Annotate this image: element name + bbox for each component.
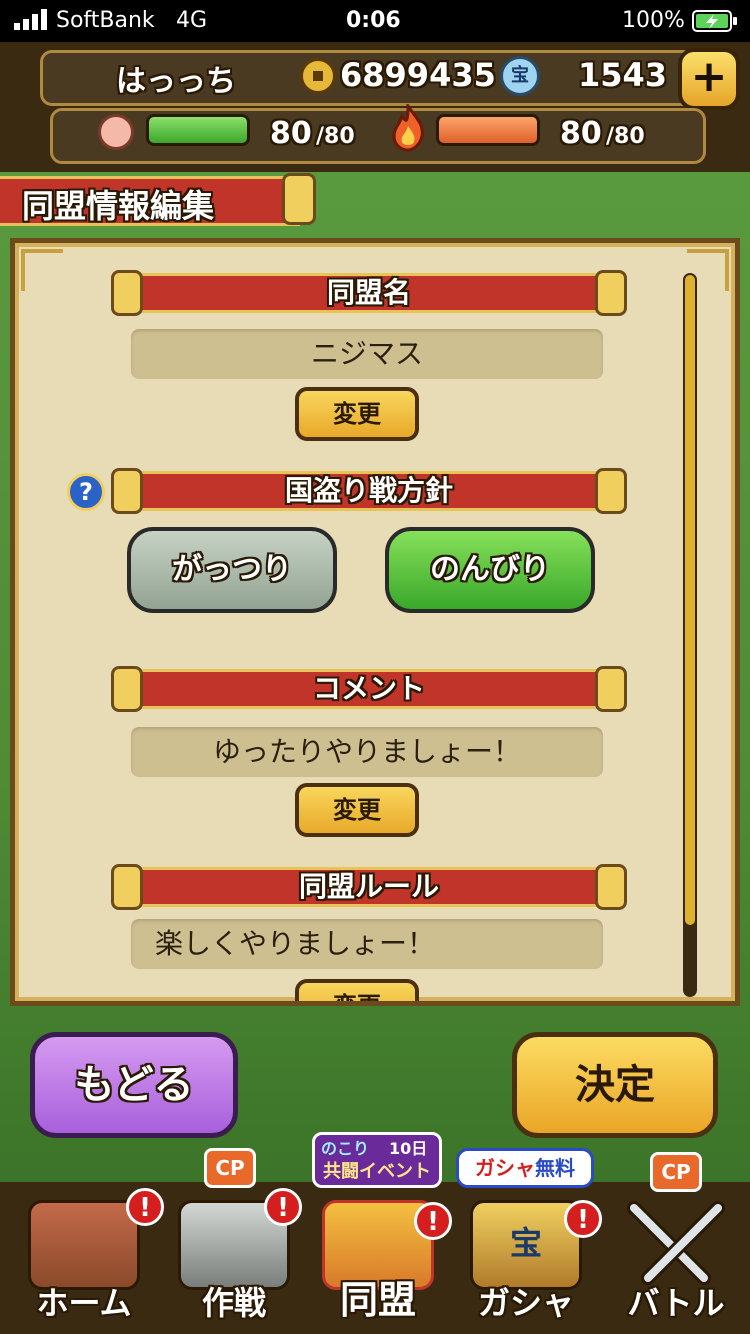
knot-right-icon [595,864,627,910]
tab-strategy[interactable]: CP ! 作戦 [164,1148,304,1328]
event-remaining: のこり [321,1139,370,1158]
comment-heading-text: コメント [312,672,425,705]
castle-icon [28,1200,140,1290]
stamina-gauge [146,114,250,146]
free-text: 無料 [535,1156,575,1180]
player-header: はっっち 6899435 宝 1543 + 80 /80 80 /80 [0,42,750,172]
change-comment-button[interactable]: 変更 [295,783,419,837]
alliance-name-field: ニジマス [131,329,603,379]
network-label: 4G [176,8,208,33]
scrollbar-track[interactable] [683,273,697,997]
tab-gacha-label: ガシャ [477,1284,574,1322]
energy-value: 80 [560,116,602,151]
coin-count: 6899435 [340,56,496,94]
tab-battle[interactable]: CP バトル [606,1152,746,1328]
comment-heading: コメント [111,666,627,712]
knot-left-icon [111,666,143,712]
crossed-swords-icon [620,1200,732,1290]
knot-right-icon [595,468,627,514]
rules-heading-text: 同盟ルール [298,870,439,903]
change-rules-button[interactable]: 変更 [295,979,419,1001]
comment-field: ゆったりやりましょー！ [131,727,603,777]
battery-icon [692,10,738,38]
player-name: はっっち [116,64,236,99]
rules-field: 楽しくやりましょー！ [131,919,603,969]
alert-badge: ! [126,1188,164,1226]
page-title-ribbon: 同盟情報編集 [0,173,316,226]
alert-badge: ! [414,1202,452,1240]
policy-option-relaxed[interactable]: のんびり [385,527,595,613]
help-icon[interactable]: ? [67,473,105,511]
back-button[interactable]: もどる [30,1032,238,1138]
confirm-button[interactable]: 決定 [512,1032,718,1138]
tab-home[interactable]: ! ホーム [14,1188,164,1328]
scrollbar-thumb[interactable] [685,275,695,925]
tab-battle-label: バトル [627,1284,725,1322]
stamina-gauge-fill [149,117,247,143]
free-gacha-banner: ガシャ無料 [456,1148,594,1188]
gem-count[interactable]: 1543 [578,56,667,94]
tab-gacha[interactable]: 宝 ガシャ無料 ! ガシャ [456,1148,602,1328]
knot-left-icon [111,468,143,514]
energy-gauge-fill [439,117,537,143]
page-title: 同盟情報編集 [22,187,215,225]
cp-badge: CP [204,1148,256,1188]
cp-badge: CP [650,1152,702,1192]
stamina-max: /80 [316,124,355,149]
energy-max: /80 [606,124,645,149]
knot-left-icon [111,270,143,316]
knot-right-icon [595,666,627,712]
energy-gauge [436,114,540,146]
event-days: 10日 [389,1139,428,1158]
treasure-icon: 宝 [500,56,540,96]
rules-heading: 同盟ルール [111,864,627,910]
coin-icon [300,58,336,94]
alliance-name-heading: 同盟名 [111,270,627,316]
alert-badge: ! [264,1188,302,1226]
stamina-value: 80 [270,116,312,151]
tab-alliance-label: 同盟 [339,1278,416,1322]
tab-strategy-label: 作戦 [201,1284,266,1322]
tab-home-label: ホーム [36,1284,132,1322]
change-alliance-name-button[interactable]: 変更 [295,387,419,441]
gacha-banner-text: ガシャ [475,1156,535,1180]
clock: 0:06 [346,8,401,33]
battery-percent: 100% [622,8,685,33]
flame-icon [388,101,428,152]
knot-right-icon [595,270,627,316]
corner-ornament-icon [21,249,63,291]
policy-heading-text: 国盗り戦方針 [284,474,453,507]
policy-option-hardcore[interactable]: がっつり [127,527,337,613]
tab-alliance[interactable]: のこり 10日 共闘イベント ! 同盟 [308,1132,452,1328]
policy-heading: 国盗り戦方針 [111,468,627,514]
edit-panel: 同盟名 ニジマス 変更 ? 国盗り戦方針 がっつり のんびり コメント ゆったり… [10,238,740,1006]
peach-icon [98,114,134,150]
alliance-name-heading-text: 同盟名 [326,276,411,309]
alert-badge: ! [564,1200,602,1238]
ribbon-knot-icon [282,173,316,225]
carrier-label: SoftBank [56,8,155,33]
signal-icon [14,8,50,36]
knot-left-icon [111,864,143,910]
event-banner: のこり 10日 共闘イベント [312,1132,442,1188]
event-name: 共闘イベント [323,1161,431,1182]
add-gems-button[interactable]: + [678,48,740,110]
status-bar: SoftBank 4G 0:06 100% [0,0,750,42]
